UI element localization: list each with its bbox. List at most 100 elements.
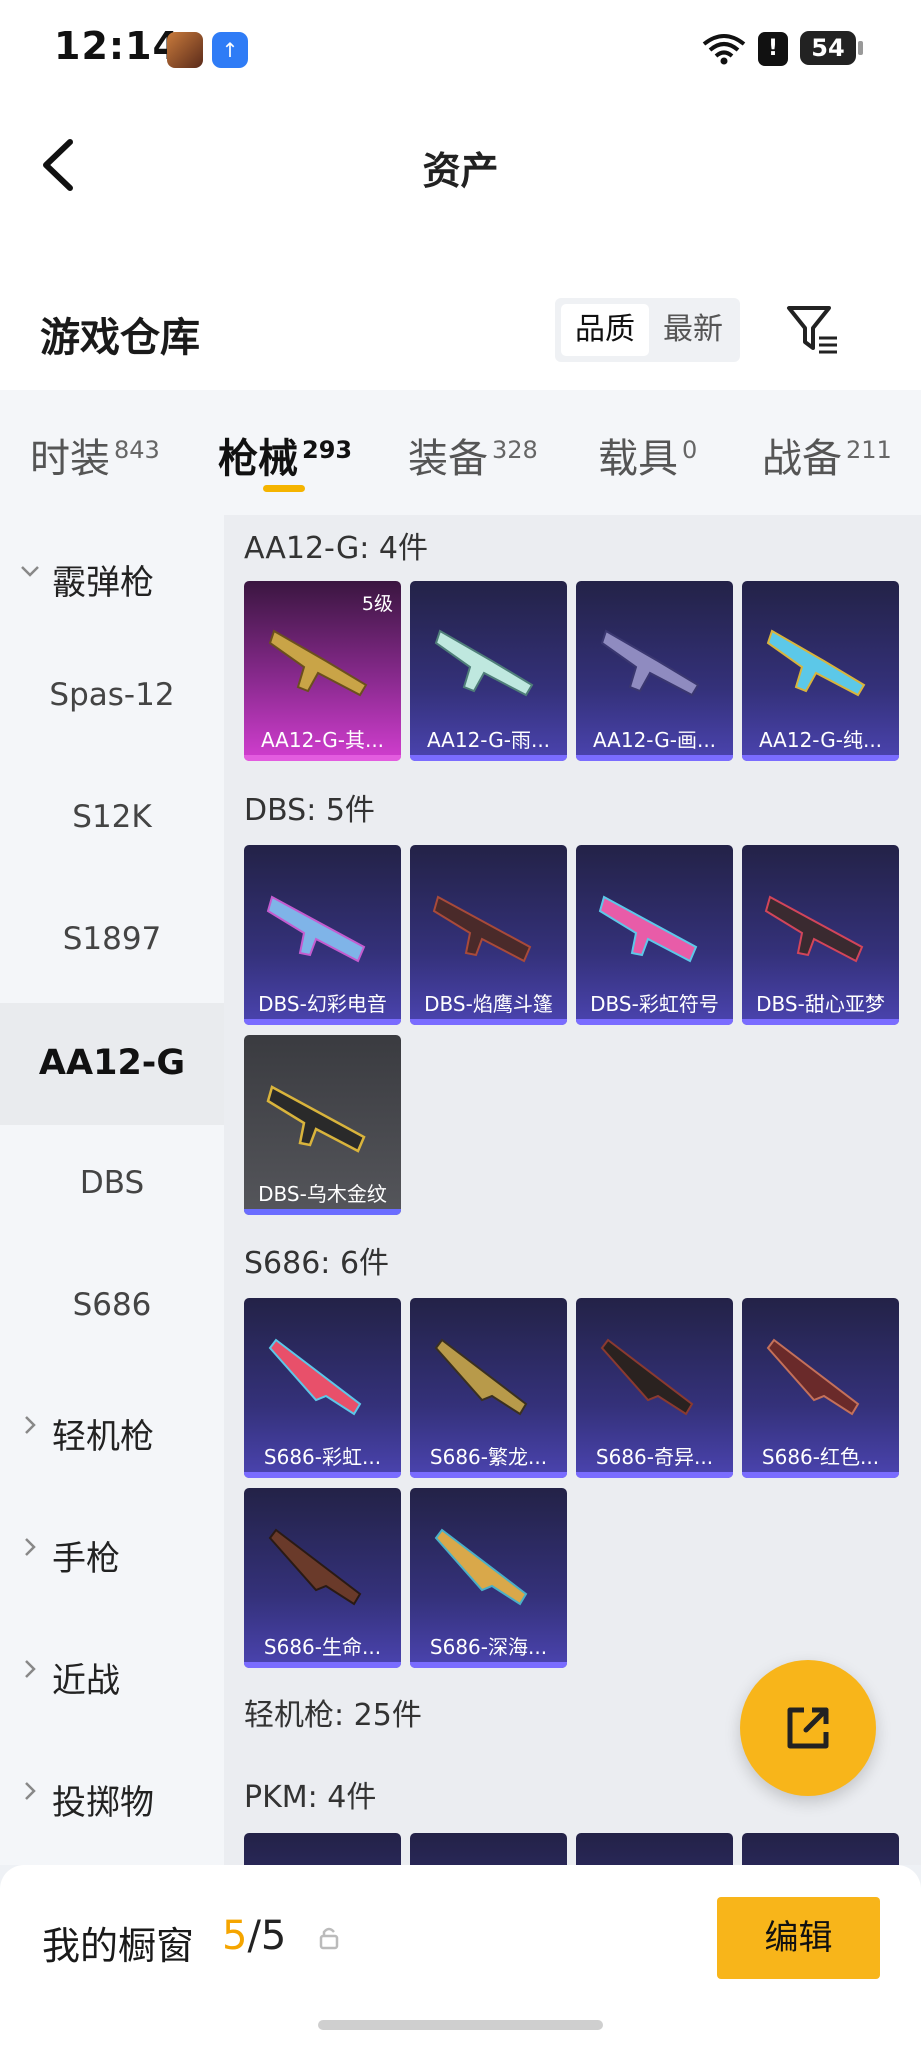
rarity-bar <box>410 1472 567 1478</box>
item-card[interactable] <box>410 1833 567 1865</box>
rarity-bar <box>576 1019 733 1025</box>
sidebar-item-label: S12K <box>72 799 152 835</box>
showcase-label: 我的橱窗 <box>42 1924 195 1968</box>
tab-label: 枪械 <box>218 436 298 482</box>
shotgun-skin-icon <box>600 629 700 697</box>
sidebar-item-s1897[interactable]: S1897 <box>0 881 224 1003</box>
sidebar-item-spas-12[interactable]: Spas-12 <box>0 637 224 759</box>
sidebar-item-label: AA12-G <box>38 1043 186 1083</box>
sidebar-group-melee[interactable]: 近战 <box>0 1613 224 1735</box>
item-card[interactable]: S686-繁龙... <box>410 1298 567 1478</box>
group-title-s686: S686: 6件 <box>244 1246 390 1281</box>
sort-toggle: 品质 最新 <box>555 298 740 362</box>
item-card[interactable]: DBS-幻彩电音 <box>244 845 401 1025</box>
item-name: S686-生命... <box>263 1635 382 1659</box>
item-card[interactable]: AA12-G-纯... <box>742 581 899 761</box>
tab-count: 328 <box>492 435 538 464</box>
item-card[interactable] <box>576 1833 733 1865</box>
rarity-bar <box>742 1472 899 1478</box>
back-icon[interactable] <box>30 130 90 200</box>
item-name: DBS-焰鹰斗篷 <box>424 992 553 1016</box>
item-name: AA12-G-画... <box>592 728 717 752</box>
sidebar-group-label: 投掷物 <box>52 1783 154 1823</box>
shotgun-skin-icon <box>266 895 366 963</box>
tab-count: 843 <box>114 435 160 464</box>
item-card[interactable]: DBS-乌木金纹 <box>244 1035 401 1215</box>
tab-equipment[interactable]: 装备 328 <box>408 426 538 484</box>
item-card[interactable] <box>742 1833 899 1865</box>
item-card[interactable] <box>244 1833 401 1865</box>
chevron-down-icon <box>21 566 39 577</box>
tab-vehicles[interactable]: 载具 0 <box>598 426 697 484</box>
tab-label: 装备 <box>408 436 488 482</box>
tab-firearms[interactable]: 枪械 293 <box>218 426 352 484</box>
item-card[interactable]: DBS-甜心亚梦 <box>742 845 899 1025</box>
sidebar-group-label: 轻机枪 <box>52 1417 154 1457</box>
tab-label: 时装 <box>30 436 110 482</box>
rarity-bar <box>244 755 401 761</box>
filter-icon[interactable] <box>785 302 841 358</box>
item-name: S686-奇异... <box>595 1445 714 1469</box>
item-card[interactable]: S686-生命... <box>244 1488 401 1668</box>
tab-count: 293 <box>302 435 353 464</box>
shotgun-skin-icon <box>600 1338 694 1416</box>
rarity-bar <box>576 755 733 761</box>
share-icon <box>787 1707 829 1749</box>
sidebar-item-dbs[interactable]: DBS <box>0 1125 224 1247</box>
share-button[interactable] <box>740 1660 876 1796</box>
item-card[interactable]: AA12-G-画... <box>576 581 733 761</box>
tab-label: 战备 <box>762 436 842 482</box>
shotgun-skin-icon <box>764 895 864 963</box>
chevron-right-icon <box>25 1416 36 1434</box>
sidebar-item-aa12-g[interactable]: AA12-G <box>0 1003 224 1125</box>
item-card[interactable]: AA12-G-雨... <box>410 581 567 761</box>
item-name: DBS-彩虹符号 <box>590 992 719 1016</box>
sort-by-newest-button[interactable]: 最新 <box>649 304 737 356</box>
weapon-type-sidebar: 霰弹枪 Spas-12 S12K S1897 AA12-G DBS S686 轻… <box>0 515 224 1865</box>
active-tab-indicator <box>263 485 305 492</box>
item-name: AA12-G-其... <box>260 728 385 752</box>
shotgun-skin-icon <box>268 629 368 697</box>
item-card[interactable]: DBS-彩虹符号 <box>576 845 733 1025</box>
game-app-icon <box>167 32 203 68</box>
home-indicator <box>318 2020 603 2030</box>
sidebar-item-s686[interactable]: S686 <box>0 1247 224 1369</box>
item-card[interactable]: DBS-焰鹰斗篷 <box>410 845 567 1025</box>
shotgun-skin-icon <box>434 629 534 697</box>
rarity-bar <box>244 1472 401 1478</box>
section-title: 游戏仓库 <box>40 315 200 361</box>
sidebar-group-label: 手枪 <box>52 1539 120 1579</box>
sidebar-group-label: 霰弹枪 <box>52 563 154 603</box>
sidebar-group-pistol[interactable]: 手枪 <box>0 1491 224 1613</box>
shotgun-skin-icon <box>434 1338 528 1416</box>
rarity-bar <box>410 1019 567 1025</box>
item-card[interactable]: S686-红色... <box>742 1298 899 1478</box>
sidebar-group-throwable[interactable]: 投掷物 <box>0 1735 224 1857</box>
sidebar-item-label: DBS <box>79 1165 145 1201</box>
edit-button[interactable]: 编辑 <box>717 1897 880 1979</box>
tab-gear[interactable]: 战备 211 <box>762 426 892 484</box>
sidebar-group-shotgun[interactable]: 霰弹枪 <box>0 515 224 637</box>
item-name: S686-彩虹... <box>263 1445 382 1469</box>
sidebar-item-s12k[interactable]: S12K <box>0 759 224 881</box>
sidebar-item-label: S686 <box>72 1287 152 1323</box>
shotgun-skin-icon <box>766 629 866 697</box>
item-card[interactable]: S686-彩虹... <box>244 1298 401 1478</box>
item-card[interactable]: 5级 AA12-G-其... <box>244 581 401 761</box>
shotgun-skin-icon <box>434 1528 528 1606</box>
item-name: S686-繁龙... <box>429 1445 548 1469</box>
tab-label: 载具 <box>598 436 678 482</box>
item-name: DBS-乌木金纹 <box>258 1182 387 1206</box>
rarity-bar <box>244 1662 401 1668</box>
tab-count: 211 <box>846 435 892 464</box>
rarity-bar <box>742 755 899 761</box>
upload-app-icon: ↑ <box>212 32 248 68</box>
battery-tip <box>858 41 863 55</box>
item-name: S686-深海... <box>429 1635 548 1659</box>
sidebar-group-lmg[interactable]: 轻机枪 <box>0 1369 224 1491</box>
item-card[interactable]: S686-深海... <box>410 1488 567 1668</box>
tab-costume[interactable]: 时装 843 <box>30 426 160 484</box>
item-card[interactable]: S686-奇异... <box>576 1298 733 1478</box>
showcase-count: 5/5 <box>222 1913 286 1959</box>
sort-by-quality-button[interactable]: 品质 <box>561 304 649 356</box>
